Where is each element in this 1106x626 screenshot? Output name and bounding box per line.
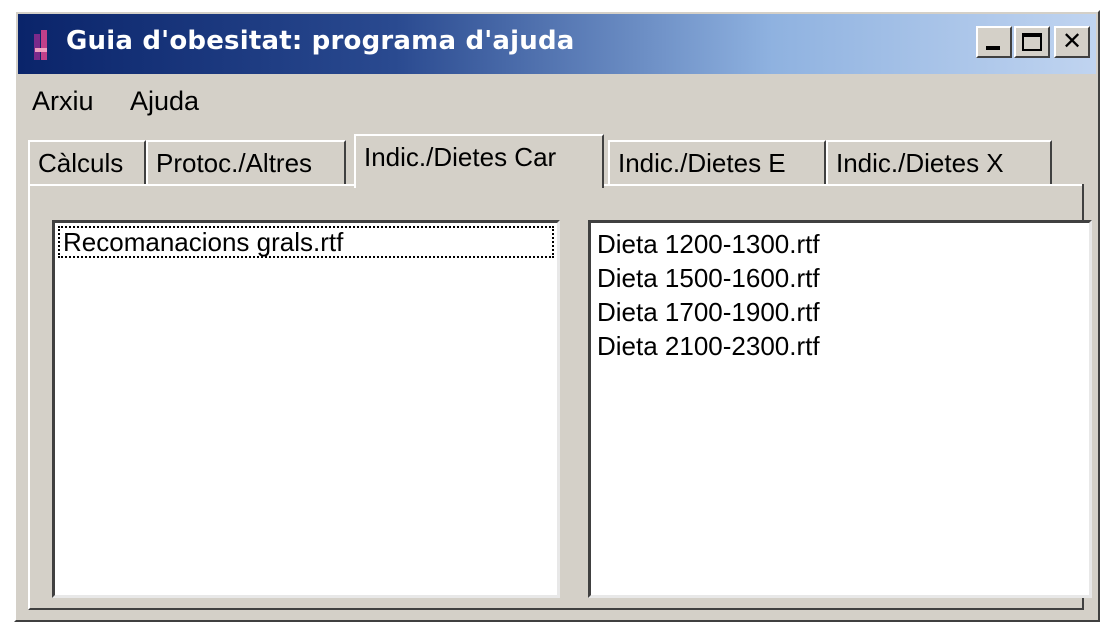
tab-indic-dietes-car[interactable]: Indic./Dietes Car — [354, 134, 604, 188]
list-item[interactable]: Recomanacions grals.rtf — [57, 225, 555, 259]
main-window: Guia d'obesitat: programa d'ajuda ✕ Arxi… — [14, 10, 1100, 622]
tab-indic-dietes-e[interactable]: Indic./Dietes E — [608, 140, 826, 184]
tab-protoc-altres[interactable]: Protoc./Altres — [146, 140, 346, 184]
tab-panel: Recomanacions grals.rtf Dieta 1200-1300.… — [28, 184, 1092, 610]
menu-bar: Arxiu Ajuda — [18, 76, 1096, 126]
close-icon: ✕ — [1061, 27, 1083, 55]
diets-list[interactable]: Dieta 1200-1300.rtf Dieta 1500-1600.rtf … — [588, 220, 1092, 598]
menu-ajuda[interactable]: Ajuda — [130, 86, 199, 117]
list-item[interactable]: Dieta 1200-1300.rtf — [591, 227, 1089, 261]
app-icon — [34, 30, 47, 60]
minimize-button[interactable] — [976, 26, 1012, 58]
tab-indic-dietes-x[interactable]: Indic./Dietes X — [826, 140, 1052, 184]
window-title: Guia d'obesitat: programa d'ajuda — [66, 26, 575, 56]
maximize-icon — [1022, 33, 1042, 51]
tab-strip: Càlculs Protoc./Altres Indic./Dietes Car… — [28, 134, 1084, 188]
recommendations-list[interactable]: Recomanacions grals.rtf — [52, 220, 560, 598]
minimize-icon — [986, 46, 1000, 50]
list-item[interactable]: Dieta 1500-1600.rtf — [591, 261, 1089, 295]
menu-arxiu[interactable]: Arxiu — [32, 86, 94, 117]
title-bar[interactable]: Guia d'obesitat: programa d'ajuda ✕ — [18, 14, 1096, 74]
tab-calculs[interactable]: Càlculs — [28, 140, 146, 184]
list-item[interactable]: Dieta 1700-1900.rtf — [591, 295, 1089, 329]
close-button[interactable]: ✕ — [1054, 26, 1090, 58]
maximize-button[interactable] — [1014, 26, 1050, 58]
list-item[interactable]: Dieta 2100-2300.rtf — [591, 329, 1089, 363]
